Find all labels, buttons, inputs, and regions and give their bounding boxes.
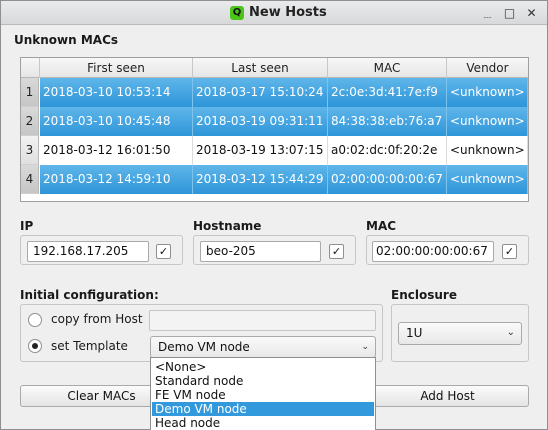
mac-input[interactable]: 02:00:00:00:00:67 <box>372 241 494 262</box>
ip-input[interactable]: 192.168.17.205 <box>27 241 149 262</box>
close-icon[interactable]: ✕ <box>523 5 540 21</box>
last-seen-cell[interactable]: 2018-03-19 09:31:11 <box>193 107 328 136</box>
enclosure-select[interactable]: 1U ⌄ <box>398 322 522 345</box>
column-header-last-seen[interactable]: Last seen <box>193 58 328 78</box>
row-number[interactable]: 4 <box>21 165 39 194</box>
minimize-icon[interactable]: ﹍ <box>479 5 496 21</box>
table-header: First seen Last seen MAC Vendor <box>21 58 528 78</box>
vendor-cell[interactable]: <unknown> <box>447 165 528 194</box>
template-selected-value: Demo VM node <box>158 340 250 354</box>
last-seen-cell[interactable]: 2018-03-19 13:07:15 <box>193 136 328 165</box>
row-number[interactable]: 2 <box>21 107 39 136</box>
column-header-mac[interactable]: MAC <box>328 58 447 78</box>
mac-cell[interactable]: a0:02:dc:0f:20:2e <box>328 136 447 165</box>
template-dropdown-list[interactable]: <None> Standard node FE VM node Demo VM … <box>150 357 376 430</box>
copy-from-host-radio[interactable] <box>28 313 42 327</box>
mac-checkbox[interactable]: ✓ <box>502 244 517 259</box>
column-header-first-seen[interactable]: First seen <box>40 58 193 78</box>
add-host-button[interactable]: Add Host <box>366 385 529 407</box>
template-option-none[interactable]: <None> <box>152 360 374 374</box>
column-header-vendor[interactable]: Vendor <box>447 58 528 78</box>
chevron-down-icon: ⌄ <box>361 342 369 352</box>
vendor-cell[interactable]: <unknown> <box>447 78 528 107</box>
chevron-down-icon: ⌄ <box>506 327 515 338</box>
table-row[interactable]: 1 2018-03-10 10:53:14 2018-03-17 15:10:2… <box>21 78 528 107</box>
unknown-macs-table[interactable]: First seen Last seen MAC Vendor 1 2018-0… <box>20 57 529 202</box>
enclosure-selected-value: 1U <box>406 326 423 340</box>
copy-from-host-input[interactable] <box>149 310 376 331</box>
first-seen-cell[interactable]: 2018-03-12 14:59:10 <box>40 165 193 194</box>
row-number[interactable]: 3 <box>21 136 39 165</box>
last-seen-cell[interactable]: 2018-03-12 15:44:29 <box>193 165 328 194</box>
window-title: New Hosts <box>249 5 327 20</box>
vendor-cell[interactable]: <unknown> <box>447 107 528 136</box>
qt-app-icon: Q <box>230 6 244 20</box>
set-template-label[interactable]: set Template <box>51 339 128 353</box>
last-seen-cell[interactable]: 2018-03-17 15:10:24 <box>193 78 328 107</box>
first-seen-cell[interactable]: 2018-03-10 10:53:14 <box>40 78 193 107</box>
mac-cell[interactable]: 84:38:38:eb:76:a7 <box>328 107 447 136</box>
template-option-standard-node[interactable]: Standard node <box>152 374 374 388</box>
table-row[interactable]: 4 2018-03-12 14:59:10 2018-03-12 15:44:2… <box>21 165 528 194</box>
corner-header[interactable] <box>21 58 40 78</box>
table-row[interactable]: 3 2018-03-12 16:01:50 2018-03-19 13:07:1… <box>21 136 528 165</box>
first-seen-cell[interactable]: 2018-03-10 10:45:48 <box>40 107 193 136</box>
hostname-input[interactable]: beo-205 <box>200 241 321 262</box>
template-option-fe-vm-node[interactable]: FE VM node <box>152 388 374 402</box>
mac-label: MAC <box>366 219 397 233</box>
first-seen-cell[interactable]: 2018-03-12 16:01:50 <box>40 136 193 165</box>
hostname-label: Hostname <box>193 219 262 233</box>
maximize-icon[interactable]: □ <box>501 5 518 21</box>
row-number[interactable]: 1 <box>21 78 39 107</box>
unknown-macs-label: Unknown MACs <box>14 33 119 47</box>
mac-cell[interactable]: 2c:0e:3d:41:7e:f9 <box>328 78 447 107</box>
title-bar[interactable]: Q New Hosts ﹍ □ ✕ <box>1 1 547 25</box>
ip-checkbox[interactable]: ✓ <box>156 244 171 259</box>
template-select[interactable]: Demo VM node ⌄ <box>150 336 376 358</box>
new-hosts-window: Q New Hosts ﹍ □ ✕ Unknown MACs First see… <box>0 0 548 430</box>
vendor-cell[interactable]: <unknown> <box>447 136 528 165</box>
enclosure-label: Enclosure <box>391 288 457 302</box>
ip-label: IP <box>20 219 34 233</box>
mac-cell[interactable]: 02:00:00:00:00:67 <box>328 165 447 194</box>
template-option-demo-vm-node[interactable]: Demo VM node <box>152 402 374 416</box>
template-option-head-node[interactable]: Head node <box>152 416 374 430</box>
hostname-checkbox[interactable]: ✓ <box>329 244 344 259</box>
initial-configuration-label: Initial configuration: <box>20 288 159 302</box>
copy-from-host-label[interactable]: copy from Host <box>51 312 143 326</box>
table-row[interactable]: 2 2018-03-10 10:45:48 2018-03-19 09:31:1… <box>21 107 528 136</box>
set-template-radio[interactable] <box>28 339 42 353</box>
